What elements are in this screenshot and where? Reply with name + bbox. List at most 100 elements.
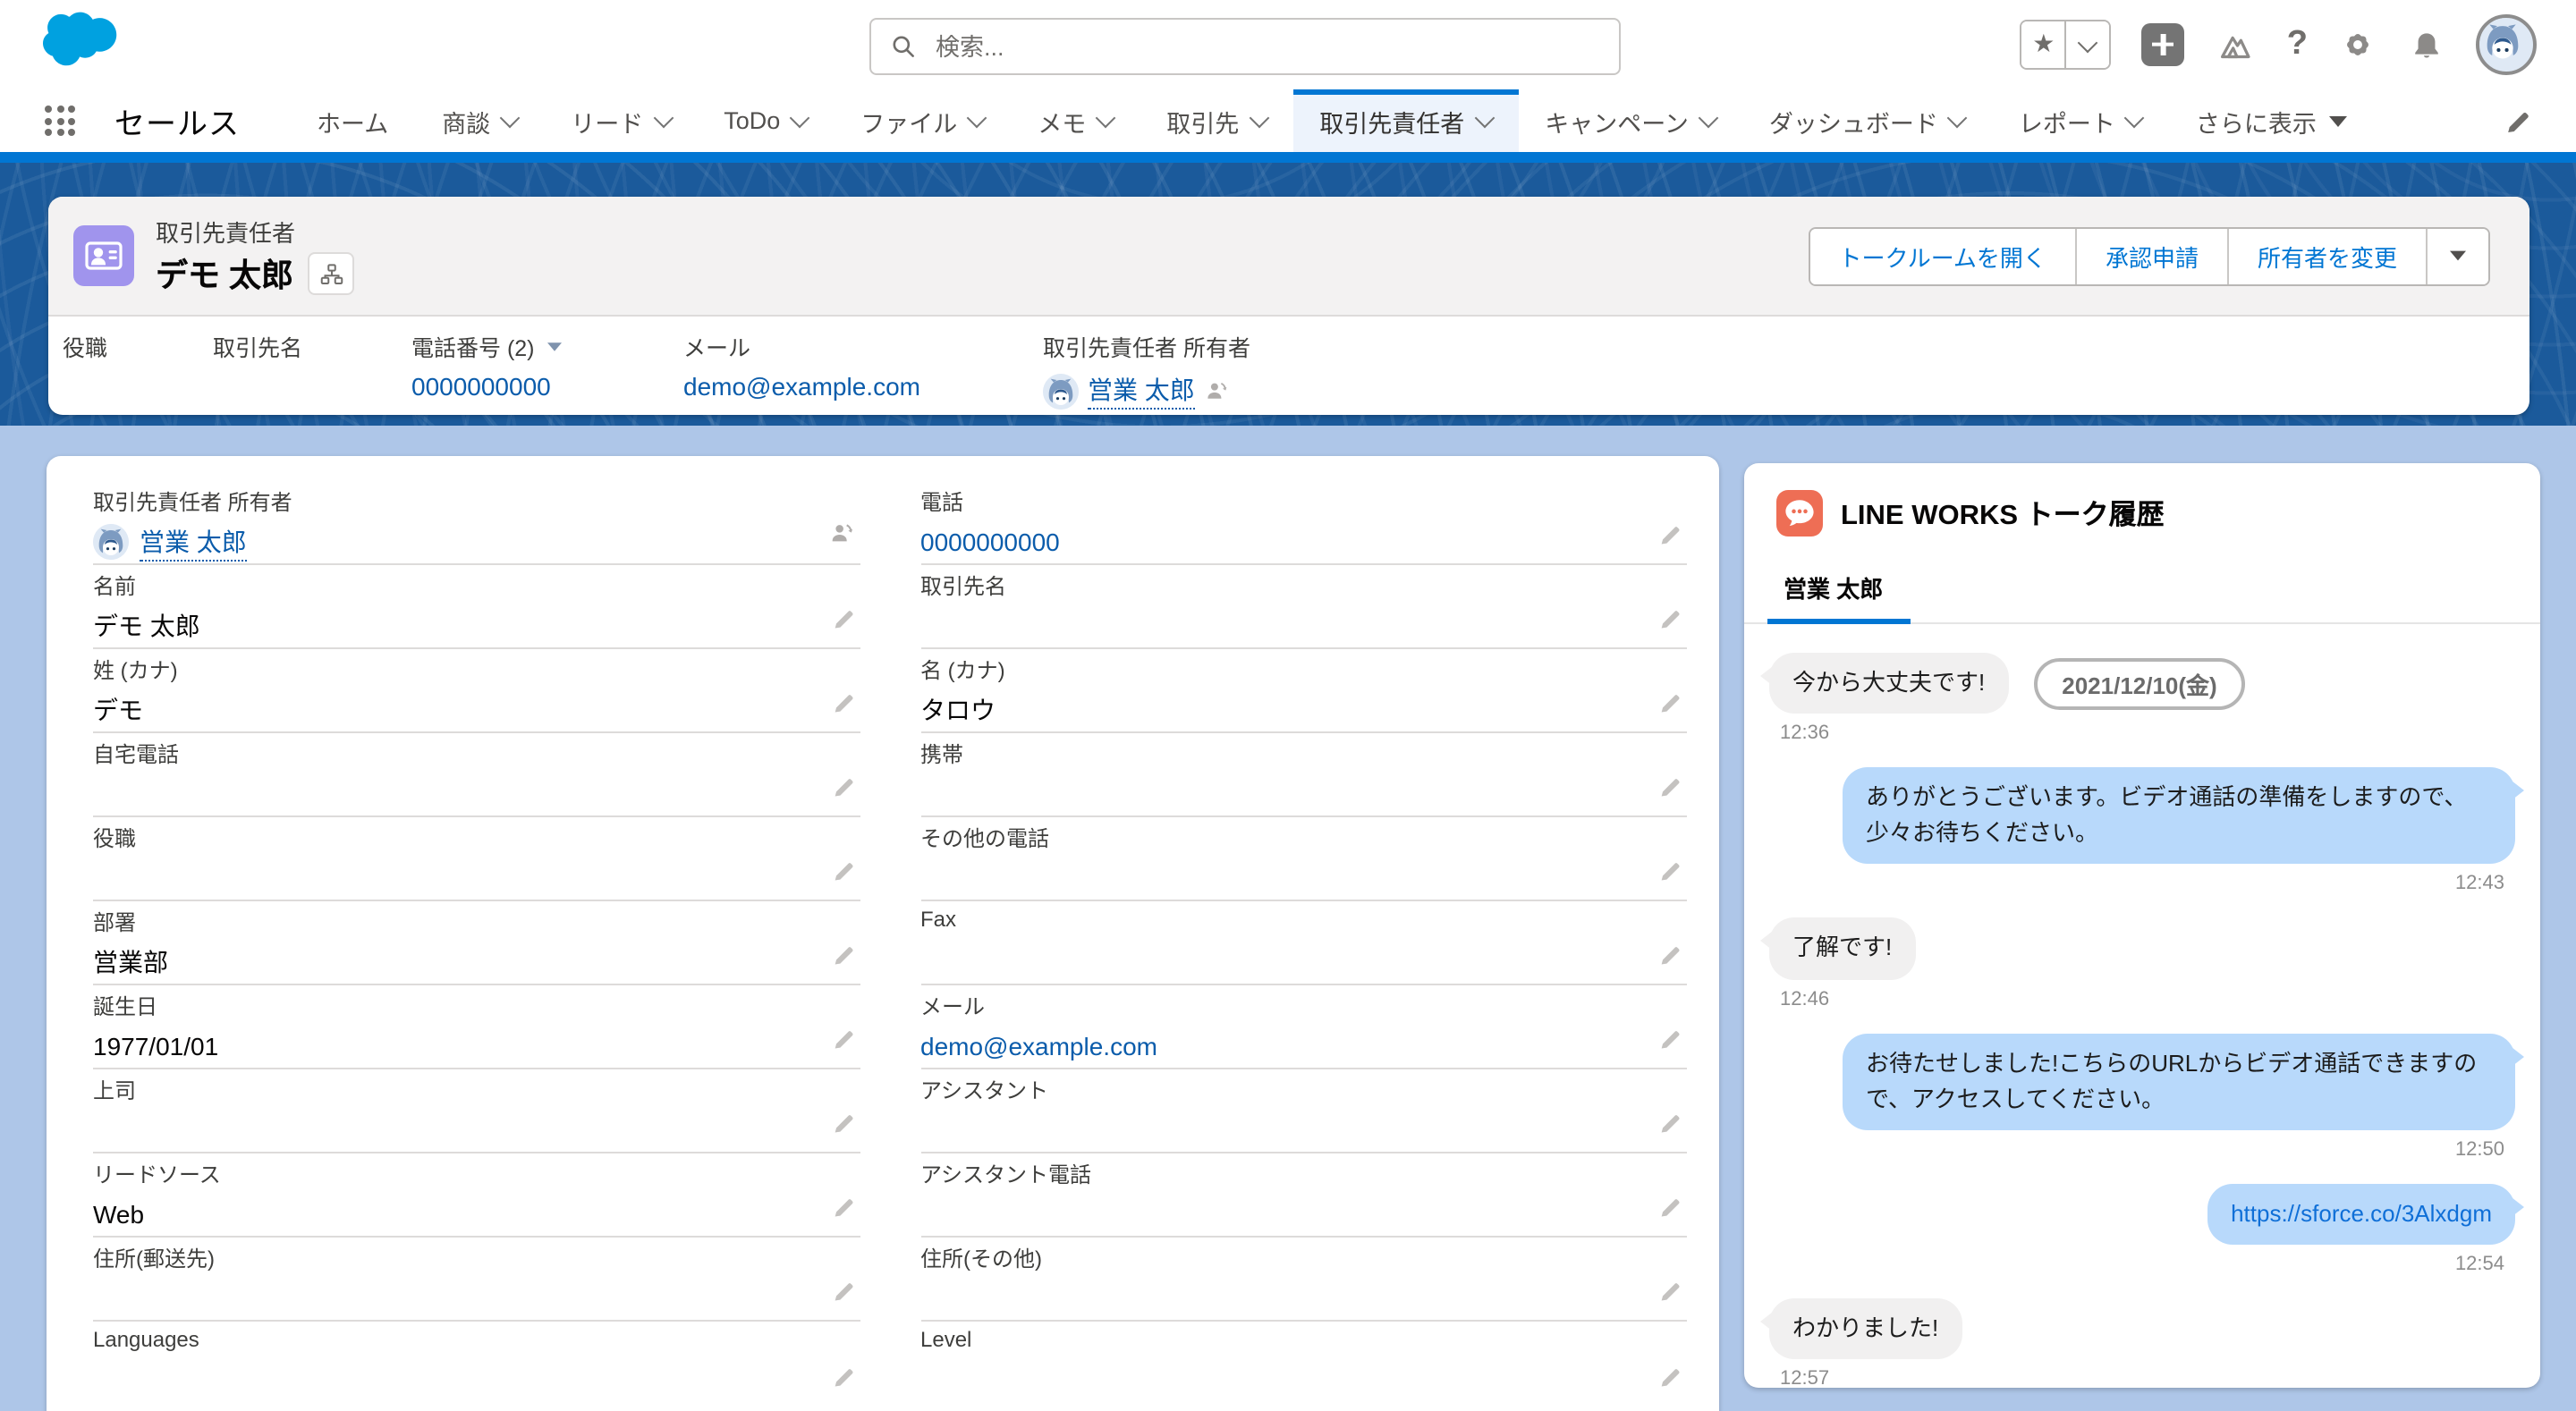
edit-icon[interactable] bbox=[1658, 522, 1683, 547]
more-actions-dropdown-button[interactable] bbox=[2428, 228, 2488, 283]
video-call-url-link[interactable]: https://sforce.co/3Alxdgm bbox=[2231, 1200, 2492, 1227]
chevron-down-icon bbox=[653, 108, 674, 129]
chevron-down-icon bbox=[2125, 108, 2146, 129]
phone-link[interactable]: 0000000000 bbox=[920, 528, 1060, 556]
nav-edit-pencil-icon[interactable] bbox=[2504, 106, 2533, 135]
triangle-down-icon bbox=[2329, 115, 2347, 126]
app-navigation: セールス ホーム 商談 リード ToDo ファイル メモ 取引先 取引先責任者 … bbox=[0, 89, 2576, 152]
chevron-down-icon bbox=[500, 108, 521, 129]
favorites-star-icon[interactable]: ★ bbox=[2022, 21, 2067, 68]
chevron-down-icon bbox=[1096, 108, 1116, 129]
help-icon[interactable]: ? bbox=[2287, 25, 2308, 64]
field-title: 役職 bbox=[93, 817, 860, 901]
edit-icon[interactable] bbox=[831, 606, 856, 631]
chevron-down-icon bbox=[967, 108, 987, 129]
message-time: 12:50 bbox=[1769, 1139, 2504, 1161]
edit-icon[interactable] bbox=[831, 1279, 856, 1304]
brand-strip bbox=[0, 152, 2576, 163]
edit-icon[interactable] bbox=[1658, 690, 1683, 715]
edit-icon[interactable] bbox=[831, 1195, 856, 1220]
field-mobile: 携帯 bbox=[920, 733, 1687, 817]
edit-icon[interactable] bbox=[1658, 606, 1683, 631]
hierarchy-button[interactable] bbox=[308, 252, 354, 295]
tab-opportunities[interactable]: 商談 bbox=[415, 89, 544, 152]
search-input[interactable] bbox=[932, 31, 1601, 62]
email-link[interactable]: demo@example.com bbox=[683, 372, 920, 401]
chat-tab-sales-taro[interactable]: 営業 太郎 bbox=[1784, 558, 1883, 622]
field-birthdate: 誕生日 1977/01/01 bbox=[93, 985, 860, 1069]
record-name: デモ 太郎 bbox=[156, 250, 293, 297]
tab-notes[interactable]: メモ bbox=[1011, 89, 1140, 152]
app-name: セールス bbox=[114, 98, 240, 143]
edit-icon[interactable] bbox=[1658, 1195, 1683, 1220]
edit-icon[interactable] bbox=[1658, 1111, 1683, 1136]
edit-icon[interactable] bbox=[831, 1365, 856, 1390]
field-reports-to: 上司 bbox=[93, 1069, 860, 1153]
field-lead-source: リードソース Web bbox=[93, 1153, 860, 1238]
field-fax: Fax bbox=[920, 901, 1687, 985]
field-email: メール demo@example.com bbox=[920, 985, 1687, 1069]
edit-icon[interactable] bbox=[1658, 942, 1683, 967]
phone-link[interactable]: 0000000000 bbox=[411, 372, 551, 401]
email-link[interactable]: demo@example.com bbox=[920, 1032, 1157, 1060]
contact-details-panel: 取引先責任者 所有者 営業 太郎 名前 デモ 太郎 姓 (カナ) デモ 自宅電話 bbox=[47, 456, 1719, 1411]
owner-link[interactable]: 営業 太郎 bbox=[1088, 372, 1195, 410]
active-tab-underline bbox=[1767, 619, 1911, 624]
tab-leads[interactable]: リード bbox=[544, 89, 697, 152]
chat-history[interactable]: 今から大丈夫です! 2021/12/10(金) 12:36 ありがとうございます… bbox=[1744, 624, 2540, 1388]
tab-contacts[interactable]: 取引先責任者 bbox=[1292, 89, 1518, 152]
submit-approval-button[interactable]: 承認申請 bbox=[2077, 228, 2229, 283]
triangle-down-icon[interactable] bbox=[547, 342, 562, 351]
owner-link[interactable]: 営業 太郎 bbox=[140, 523, 247, 561]
notifications-bell-icon[interactable] bbox=[2408, 26, 2445, 63]
tab-accounts[interactable]: 取引先 bbox=[1140, 89, 1292, 152]
chat-date-badge: 2021/12/10(金) bbox=[2033, 657, 2245, 709]
edit-icon[interactable] bbox=[831, 858, 856, 883]
edit-icon[interactable] bbox=[831, 690, 856, 715]
salesforce-contact-page: ★ ? セールス ホーム 商談 リード ToDo ファイル メモ 取引先 取 bbox=[0, 0, 2576, 1411]
chevron-down-icon bbox=[1474, 108, 1495, 129]
tab-reports[interactable]: レポート bbox=[1992, 89, 2169, 152]
triangle-down-icon bbox=[2450, 251, 2466, 261]
change-owner-button[interactable]: 所有者を変更 bbox=[2229, 228, 2428, 283]
edit-icon[interactable] bbox=[1658, 1027, 1683, 1052]
global-search[interactable] bbox=[869, 18, 1621, 75]
chevron-down-icon bbox=[1948, 108, 1969, 129]
message-time: 12:57 bbox=[1780, 1368, 2508, 1388]
edit-icon[interactable] bbox=[831, 942, 856, 967]
tab-todo[interactable]: ToDo bbox=[697, 89, 834, 152]
change-owner-icon[interactable] bbox=[827, 519, 856, 547]
salesforce-cloud-logo bbox=[43, 7, 125, 72]
favorites-control[interactable]: ★ bbox=[2021, 20, 2112, 70]
trailhead-icon[interactable] bbox=[2216, 24, 2257, 65]
field-account-name: 取引先名 bbox=[920, 565, 1687, 649]
edit-icon[interactable] bbox=[831, 774, 856, 799]
favorites-dropdown-icon[interactable] bbox=[2067, 21, 2110, 68]
setup-gear-icon[interactable] bbox=[2338, 25, 2377, 64]
global-actions-plus-icon[interactable] bbox=[2142, 23, 2185, 66]
highlight-phone: 電話番号 (2) 0000000000 bbox=[411, 329, 564, 401]
edit-icon[interactable] bbox=[831, 1111, 856, 1136]
field-assistant-phone: アシスタント電話 bbox=[920, 1153, 1687, 1238]
user-avatar[interactable] bbox=[2476, 14, 2537, 75]
edit-icon[interactable] bbox=[1658, 1365, 1683, 1390]
edit-icon[interactable] bbox=[831, 1027, 856, 1052]
edit-icon[interactable] bbox=[1658, 774, 1683, 799]
tab-more[interactable]: さらに表示 bbox=[2169, 89, 2374, 152]
highlight-account-name: 取引先名 bbox=[213, 329, 302, 372]
change-owner-icon[interactable] bbox=[1204, 377, 1231, 404]
field-other-phone: その他の電話 bbox=[920, 817, 1687, 901]
tab-home[interactable]: ホーム bbox=[290, 89, 415, 152]
tab-files[interactable]: ファイル bbox=[834, 89, 1011, 152]
field-languages: Languages bbox=[93, 1322, 860, 1406]
edit-icon[interactable] bbox=[1658, 858, 1683, 883]
tab-dashboards[interactable]: ダッシュボード bbox=[1742, 89, 1992, 152]
owner-avatar bbox=[93, 524, 129, 560]
tab-campaigns[interactable]: キャンペーン bbox=[1518, 89, 1742, 152]
lineworks-chat-panel: LINE WORKS トーク履歴 営業 太郎 今から大丈夫です! 2021/12… bbox=[1744, 463, 2540, 1388]
chevron-down-icon bbox=[1699, 108, 1719, 129]
open-talk-room-button[interactable]: トークルームを開く bbox=[1809, 228, 2076, 283]
edit-icon[interactable] bbox=[1658, 1279, 1683, 1304]
chat-tabs: 営業 太郎 bbox=[1744, 558, 2540, 624]
app-launcher-icon[interactable] bbox=[45, 106, 75, 136]
